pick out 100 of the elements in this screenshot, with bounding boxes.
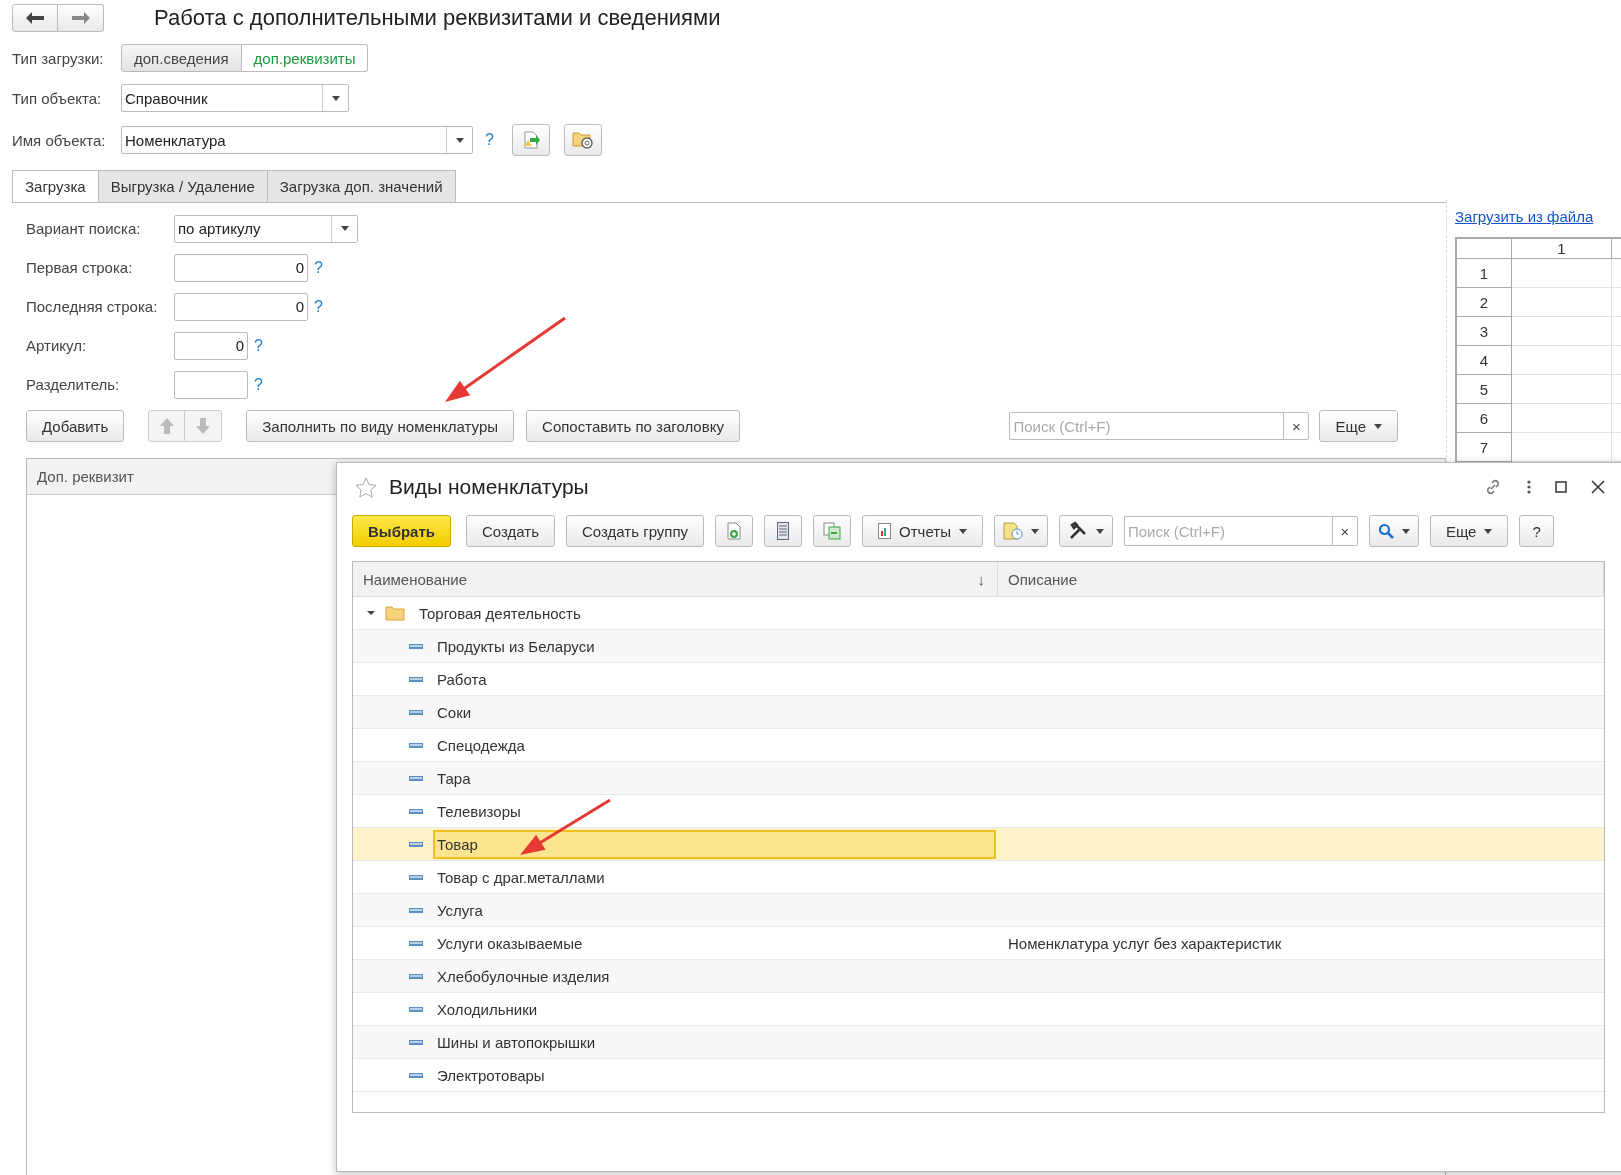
tree-row[interactable]: Соки — [353, 696, 1604, 729]
load-type-option[interactable]: доп.реквизиты — [241, 44, 369, 72]
item-icon — [409, 808, 423, 814]
number-field[interactable]: 0 — [174, 331, 248, 360]
search-menu-button[interactable] — [1368, 515, 1419, 547]
tree-group-name[interactable]: Торговая деятельность — [415, 598, 996, 628]
number-field[interactable]: 0 — [174, 292, 308, 321]
sheet-row-header: 3 — [1457, 317, 1512, 346]
column-header: Доп. реквизит — [36, 468, 134, 485]
tree-row[interactable]: Хлебобулочные изделия — [353, 960, 1604, 993]
sheet-cell[interactable] — [1512, 375, 1612, 404]
document-clock-icon — [1002, 522, 1023, 540]
sheet-cell[interactable] — [1512, 404, 1612, 433]
item-name: Продукты из Беларуси — [436, 636, 596, 657]
search-field[interactable]: Поиск (Ctrl+F) — [1123, 516, 1332, 546]
help-link[interactable]: ? — [254, 336, 263, 355]
item-name: Холодильники — [436, 999, 539, 1020]
move-up-button[interactable] — [148, 410, 186, 442]
clear-button[interactable]: × — [1283, 412, 1310, 440]
add-copy-icon[interactable] — [715, 515, 754, 547]
item-name: Шины и автопокрышки — [436, 1032, 597, 1053]
choose-button[interactable]: Выбрать — [352, 515, 451, 547]
object-name-select[interactable]: Номенклатура — [121, 126, 473, 154]
tab[interactable]: Загрузка доп. значений — [266, 170, 456, 202]
load-file-link[interactable]: Загрузить из файла — [1455, 208, 1621, 225]
tab[interactable]: Выгрузка / Удаление — [97, 170, 268, 202]
item-icon — [409, 874, 423, 880]
sheet-cell[interactable] — [1512, 259, 1612, 288]
arrow-down-icon — [196, 418, 211, 434]
maximize-icon[interactable] — [1555, 481, 1567, 493]
back-button[interactable] — [12, 4, 58, 32]
field-label: Артикул: — [26, 337, 88, 354]
tree-row[interactable]: Продукты из Беларуси — [353, 630, 1604, 663]
search-field[interactable]: Поиск (Ctrl+F) — [1009, 412, 1284, 440]
arrow-left-icon — [26, 12, 44, 24]
item-icon — [409, 1072, 423, 1078]
dropdown-caret-icon — [1095, 528, 1104, 534]
item-name: Спецодежда — [436, 735, 526, 756]
add-button[interactable]: Добавить — [26, 410, 125, 442]
tree-row[interactable]: Шины и автопокрышки — [353, 1026, 1604, 1059]
dropdown-caret-icon — [1484, 528, 1493, 534]
item-name: Услуга — [436, 900, 484, 921]
item-icon — [409, 709, 423, 715]
print-menu-button[interactable] — [993, 515, 1048, 547]
sheet-cell[interactable] — [1512, 433, 1612, 462]
help-button[interactable]: ? — [1519, 515, 1554, 547]
tab[interactable]: Загрузка — [12, 170, 99, 202]
arrow-right-icon — [71, 12, 90, 24]
sheet-cell[interactable] — [1512, 346, 1612, 375]
copy-icon[interactable] — [813, 515, 852, 547]
create-group-button[interactable]: Создать группу — [566, 515, 705, 547]
reports-button[interactable]: Отчеты — [862, 515, 983, 547]
sort-arrow: ↓ — [977, 570, 985, 588]
tree-row[interactable]: Товар — [353, 828, 1604, 861]
export-icon[interactable] — [511, 124, 550, 156]
help-link[interactable]: ? — [485, 131, 494, 149]
search-icon — [1377, 523, 1394, 539]
dropdown-button[interactable] — [446, 127, 472, 153]
dropdown-button[interactable] — [331, 215, 357, 242]
object-type-select[interactable]: Справочник — [121, 84, 349, 112]
dropdown-caret-icon — [1401, 528, 1410, 534]
help-link[interactable]: ? — [254, 375, 263, 394]
item-icon — [409, 775, 423, 781]
expand-caret-icon[interactable] — [367, 609, 375, 617]
folder-settings-icon[interactable] — [563, 124, 602, 156]
dropdown-caret-icon — [340, 226, 349, 231]
tools-menu-button[interactable] — [1058, 515, 1113, 547]
load-type-option[interactable]: доп.сведения — [121, 44, 242, 72]
sheet-row-header: 4 — [1457, 346, 1512, 375]
list-icon[interactable] — [764, 515, 803, 547]
help-link[interactable]: ? — [314, 258, 323, 277]
tree-row[interactable]: Тара — [353, 762, 1604, 795]
search-variant-select[interactable]: по артикулу — [174, 214, 358, 243]
create-button[interactable]: Создать — [466, 515, 555, 547]
item-name: Телевизоры — [436, 801, 522, 822]
dialog-title: Виды номенклатуры — [389, 475, 589, 499]
star-icon[interactable] — [355, 476, 377, 498]
column-header[interactable]: Наименование ↓ — [353, 562, 998, 596]
sheet-cell[interactable] — [1512, 317, 1612, 346]
match-button[interactable]: Сопоставить по заголовку — [526, 410, 740, 442]
number-field[interactable] — [174, 370, 248, 399]
more-button[interactable]: Еще — [1429, 515, 1509, 547]
dropdown-button[interactable] — [322, 85, 348, 111]
column-header[interactable]: Описание — [998, 562, 1604, 596]
item-icon — [409, 841, 423, 847]
number-field[interactable]: 0 — [174, 253, 308, 282]
clear-button[interactable]: × — [1331, 516, 1358, 546]
fill-button[interactable]: Заполнить по виду номенклатуры — [246, 410, 515, 442]
dropdown-caret-icon — [1030, 528, 1039, 534]
close-icon[interactable] — [1591, 480, 1605, 494]
item-name: Товар с драг.металлами — [436, 867, 606, 888]
more-vertical-icon[interactable] — [1527, 480, 1531, 494]
more-button[interactable]: Еще — [1319, 410, 1398, 442]
help-link[interactable]: ? — [314, 297, 323, 316]
field-label: Вариант поиска: — [26, 220, 142, 237]
field-label: Тип загрузки: — [12, 49, 105, 67]
arrow-up-icon — [159, 418, 174, 434]
move-down-button[interactable] — [185, 410, 223, 442]
tree-row[interactable]: Услуга — [353, 894, 1604, 927]
sheet-cell[interactable] — [1512, 288, 1612, 317]
